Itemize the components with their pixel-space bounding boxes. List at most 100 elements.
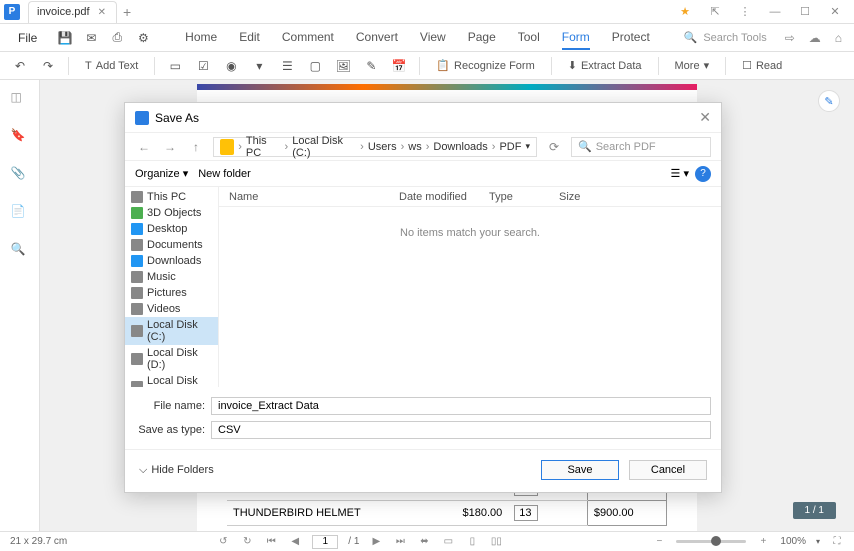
export-icon[interactable]: ⇨ [785,31,795,45]
zoom-dropdown-icon[interactable]: ▾ [816,537,820,546]
minimize-button[interactable]: — [768,5,782,19]
two-page-icon[interactable]: ▯▯ [489,535,503,549]
signature-button[interactable]: ✎ [359,54,383,78]
floating-tool-icon[interactable]: ✎ [818,90,840,112]
thumbnails-icon[interactable]: ◫ [11,90,29,108]
text-field-button[interactable]: ▭ [163,54,187,78]
tab-page[interactable]: Page [468,26,496,50]
add-tab-button[interactable]: + [123,4,131,20]
close-tab-icon[interactable]: ✕ [98,7,106,18]
radio-button[interactable]: ◉ [219,54,243,78]
tab-comment[interactable]: Comment [282,26,334,50]
dropdown-button[interactable]: ▾ [247,54,271,78]
fit-width-icon[interactable]: ⬌ [417,535,431,549]
filename-input[interactable] [211,397,711,415]
tab-tool[interactable]: Tool [518,26,540,50]
page-input[interactable] [312,535,338,549]
save-button[interactable]: Save [541,460,619,480]
dialog-close-button[interactable]: ✕ [699,109,711,126]
cancel-button[interactable]: Cancel [629,460,707,480]
search-tools[interactable]: 🔍 Search Tools [684,31,767,44]
tree-item-documents[interactable]: Documents [125,237,218,253]
nav-back-icon[interactable]: ← [135,138,153,156]
add-text-button[interactable]: T Add Text [77,60,146,72]
cloud-icon[interactable]: ☁ [809,31,821,45]
next-page-icon[interactable]: ▶ [369,535,383,549]
fit-page-icon[interactable]: ▭ [441,535,455,549]
star-icon[interactable]: ★ [678,5,692,19]
breadcrumb-dropdown-icon[interactable]: ▾ [525,141,530,152]
last-page-icon[interactable]: ⏭ [393,535,407,549]
tree-item-disk-e[interactable]: Local Disk (E:) [125,373,218,387]
breadcrumb[interactable]: › This PC› Local Disk (C:)› Users› ws› D… [213,137,537,157]
recognize-form-button[interactable]: 📋 Recognize Form [428,59,542,72]
search-icon[interactable]: 🔍 [11,242,29,260]
column-date[interactable]: Date modified [389,191,479,203]
rotate-right-icon[interactable]: ↻ [240,535,254,549]
tree-item-videos[interactable]: Videos [125,301,218,317]
more-icon[interactable]: ⋮ [738,5,752,19]
refresh-icon[interactable]: ⟳ [545,138,563,156]
tree-item-disk-c[interactable]: Local Disk (C:) [125,317,218,345]
file-menu[interactable]: File [12,31,43,45]
fullscreen-icon[interactable]: ⛶ [830,535,844,549]
column-type[interactable]: Type [479,191,549,203]
search-folder-input[interactable]: 🔍 Search PDF [571,137,711,157]
mail-icon[interactable]: ✉ [83,30,99,46]
nav-forward-icon[interactable]: → [161,138,179,156]
close-window-button[interactable]: ✕ [828,5,842,19]
view-options-icon[interactable]: ☰ ▾ [671,167,689,180]
rotate-left-icon[interactable]: ↺ [216,535,230,549]
share-icon[interactable]: ⇱ [708,5,722,19]
saveastype-input[interactable] [211,421,711,439]
single-page-icon[interactable]: ▯ [465,535,479,549]
home-icon[interactable]: ⌂ [835,31,842,45]
tree-item-pictures[interactable]: Pictures [125,285,218,301]
image-button[interactable]: 🖼 [331,54,355,78]
organize-button[interactable]: Organize ▾ [135,167,188,180]
read-button[interactable]: ☐ Read [734,59,790,72]
tab-form[interactable]: Form [562,26,590,50]
save-icon[interactable]: 💾 [57,30,73,46]
column-name[interactable]: Name [219,191,389,203]
tree-item-downloads[interactable]: Downloads [125,253,218,269]
checkbox-button[interactable]: ☑ [191,54,215,78]
undo-button[interactable]: ↶ [8,54,32,78]
first-page-icon[interactable]: ⏮ [264,535,278,549]
print-icon[interactable]: ⎙ [109,30,125,46]
tree-item-3d-objects[interactable]: 3D Objects [125,205,218,221]
zoom-in-icon[interactable]: + [756,535,770,549]
bookmarks-icon[interactable]: 🔖 [11,128,29,146]
zoom-slider[interactable] [676,540,746,543]
new-folder-button[interactable]: New folder [198,168,251,180]
prev-page-icon[interactable]: ◀ [288,535,302,549]
tab-edit[interactable]: Edit [239,26,260,50]
document-tab[interactable]: invoice.pdf ✕ [28,1,117,23]
tree-item-music[interactable]: Music [125,269,218,285]
list-button[interactable]: ☰ [275,54,299,78]
nav-up-icon[interactable]: ↑ [187,138,205,156]
help-icon[interactable]: ? [695,166,711,182]
settings-icon[interactable]: ⚙ [135,30,151,46]
tab-protect[interactable]: Protect [612,26,650,50]
column-size[interactable]: Size [549,191,609,203]
zoom-out-icon[interactable]: − [652,535,666,549]
redo-button[interactable]: ↷ [36,54,60,78]
tree-item-this-pc[interactable]: This PC [125,189,218,205]
date-button[interactable]: 📅 [387,54,411,78]
more-button[interactable]: More ▾ [667,59,718,72]
button-button[interactable]: ▢ [303,54,327,78]
hide-folders-button[interactable]: ⌵ Hide Folders [139,464,214,477]
maximize-button[interactable]: ☐ [798,5,812,19]
menu-bar: File 💾 ✉ ⎙ ⚙ Home Edit Comment Convert V… [0,24,854,52]
tab-convert[interactable]: Convert [356,26,398,50]
attachments-icon[interactable]: 📎 [11,166,29,184]
tree-item-disk-d[interactable]: Local Disk (D:) [125,345,218,373]
tab-view[interactable]: View [420,26,446,50]
tab-home[interactable]: Home [185,26,217,50]
tree-item-desktop[interactable]: Desktop [125,221,218,237]
layers-icon[interactable]: 📄 [11,204,29,222]
file-list: Name Date modified Type Size No items ma… [219,187,721,387]
folder-tree[interactable]: This PC 3D Objects Desktop Documents Dow… [125,187,219,387]
extract-data-button[interactable]: ⬇ Extract Data [560,59,650,72]
